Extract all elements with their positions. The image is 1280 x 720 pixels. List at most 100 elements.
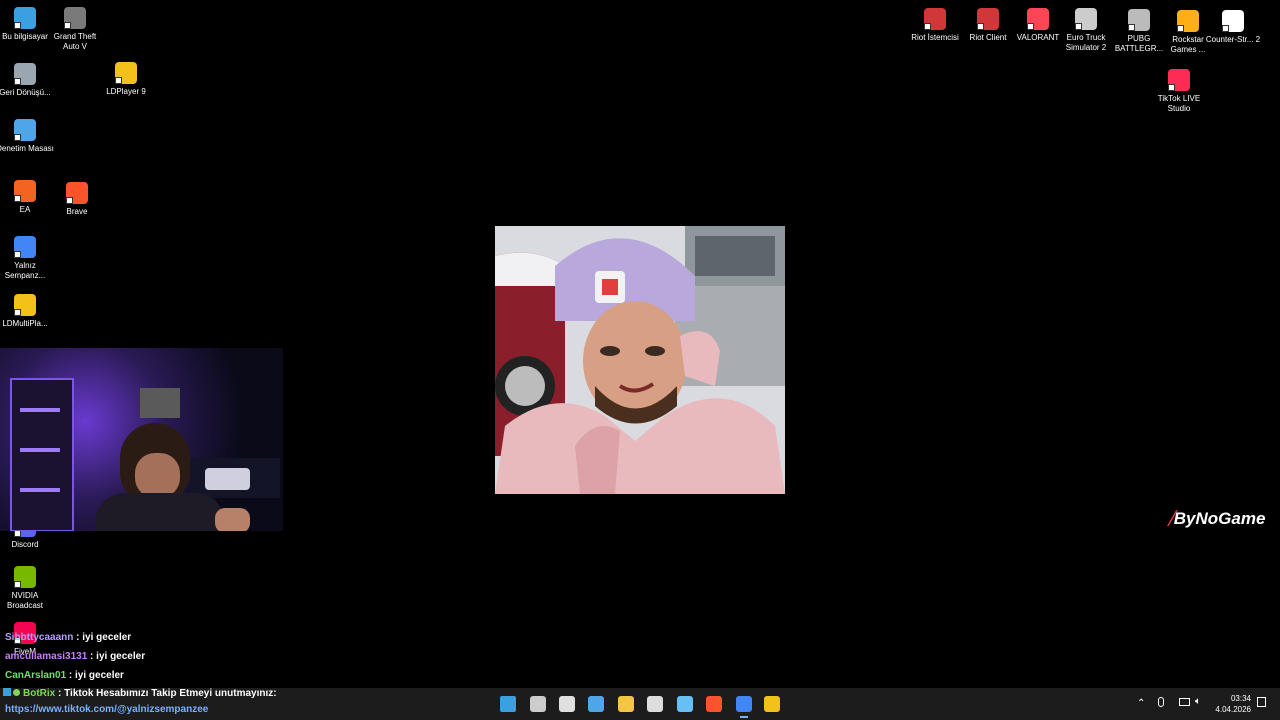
chat-message: Sibbttycaaann : iyi geceler	[5, 632, 131, 643]
shortcut-arrow-icon	[14, 581, 21, 588]
desktop-icon-ets2[interactable]: Euro Truck Simulator 2	[1057, 8, 1115, 53]
chat-text: iyi geceler	[82, 632, 132, 643]
shortcut-arrow-icon	[1168, 84, 1175, 91]
shortcut-arrow-icon	[14, 309, 21, 316]
ea-icon	[14, 180, 36, 202]
shortcut-arrow-icon	[14, 78, 21, 85]
riot-icon	[977, 8, 999, 30]
chrome-icon	[14, 236, 36, 258]
file-icon	[1222, 10, 1244, 32]
desktop-icon-ea[interactable]: EA	[0, 180, 54, 215]
tiktok-live-icon	[1168, 69, 1190, 91]
active-app-indicator	[740, 716, 748, 718]
desktop-icon-label: Discord	[11, 540, 39, 549]
chat-separator: :	[87, 651, 97, 662]
chat-message: CanArslan01 : iyi geceler	[5, 670, 124, 681]
brand-name: ByNoGame	[1173, 509, 1266, 528]
desktop-icon-brave[interactable]: Brave	[48, 182, 106, 217]
tiktok-icon	[3, 688, 11, 696]
volume-icon[interactable]: 🔈︎	[1195, 696, 1201, 707]
desktop-icon-nvidia[interactable]: NVIDIA Broadcast	[0, 566, 54, 611]
desktop-icon-file[interactable]: Counter-Str... 2	[1204, 10, 1262, 45]
shortcut-arrow-icon	[66, 197, 73, 204]
tray-overflow-chevron-icon[interactable]: ⌃	[1137, 698, 1145, 709]
ldplayer-icon	[115, 62, 137, 84]
desktop-icon-label: Grand Theft Auto V	[53, 32, 97, 51]
steam-icon[interactable]	[677, 696, 693, 712]
webcam-overlay	[0, 348, 283, 531]
clock-date[interactable]: 4.04.2026	[1204, 705, 1251, 714]
desktop-icon-ldmultiplayer[interactable]: LDMultiPla...	[0, 294, 54, 329]
brave-icon	[66, 182, 88, 204]
shortcut-arrow-icon	[14, 530, 21, 537]
control-panel-icon	[14, 119, 36, 141]
photos-icon[interactable]	[588, 696, 604, 712]
brand-logo: ⧸ByNoGame	[1168, 509, 1265, 529]
desktop-icon-gta[interactable]: Grand Theft Auto V	[46, 7, 104, 52]
gta-icon	[64, 7, 86, 29]
desktop-icon-label: LDPlayer 9	[106, 87, 146, 96]
shortcut-arrow-icon	[1177, 25, 1184, 32]
task-view-icon[interactable]	[530, 696, 546, 712]
shortcut-arrow-icon	[1027, 23, 1034, 30]
nvidia-icon	[14, 566, 36, 588]
chat-bot-line: BotRix : Tiktok Hesabımızı Takip Etmeyi …	[3, 688, 277, 699]
desktop-icon-label: Denetim Masası	[0, 144, 54, 153]
recycle-bin-icon	[14, 63, 36, 85]
chat-bot-message: Tiktok Hesabımızı Takip Etmeyi unutmayın…	[64, 688, 277, 699]
riot-icon	[924, 8, 946, 30]
center-photo	[495, 226, 785, 494]
clock-time[interactable]: 03:34	[1214, 694, 1251, 703]
shortcut-arrow-icon	[1075, 23, 1082, 30]
chat-text: iyi geceler	[75, 670, 124, 681]
shortcut-arrow-icon	[64, 22, 71, 29]
notification-icon[interactable]	[1257, 697, 1266, 707]
snipping-tool-icon[interactable]	[559, 696, 575, 712]
valorant-icon	[1027, 8, 1049, 30]
desktop-icon-recycle-bin[interactable]: Geri Dönüşü...	[0, 63, 54, 98]
file-explorer-icon[interactable]	[618, 696, 634, 712]
chat-nick: CanArslan01	[5, 670, 67, 681]
rockstar-icon	[1177, 10, 1199, 32]
desktop-icon-chrome[interactable]: Yalnız Sempanz...	[0, 236, 54, 281]
verified-icon	[13, 689, 20, 696]
desktop-icon-label: NVIDIA Broadcast	[6, 591, 44, 610]
pubg-icon	[1128, 9, 1150, 31]
network-icon[interactable]	[1179, 698, 1190, 706]
chat-link[interactable]: https://www.tiktok.com/@yalnizsempanzee	[5, 704, 208, 715]
chat-bot-sep: :	[55, 688, 65, 699]
shortcut-arrow-icon	[14, 195, 21, 202]
chrome-icon[interactable]	[736, 696, 752, 718]
shortcut-arrow-icon	[1222, 25, 1229, 32]
shortcut-arrow-icon	[14, 22, 21, 29]
microphone-icon[interactable]	[1158, 697, 1164, 707]
media-player-icon[interactable]	[764, 696, 780, 712]
ldmultiplayer-icon	[14, 294, 36, 316]
obs-icon[interactable]	[647, 696, 663, 712]
chat-bot-nick: BotRix	[23, 688, 56, 699]
desktop-icon-label: Riot İstemcisi	[911, 33, 959, 42]
desktop-icon-control-panel[interactable]: Denetim Masası	[0, 119, 54, 154]
person-photo-image	[495, 226, 785, 494]
desktop-icon-label: Yalnız Sempanz...	[4, 261, 46, 280]
chat-message: amcullamasi3131 : iyi geceler	[5, 651, 145, 662]
start-button-icon[interactable]	[500, 696, 516, 712]
brave-icon[interactable]	[706, 696, 722, 712]
shortcut-arrow-icon	[1128, 24, 1135, 31]
desktop-icon-riot[interactable]: Riot İstemcisi	[906, 8, 964, 43]
desktop-icon-label: Euro Truck Simulator 2	[1065, 33, 1107, 52]
chat-separator: :	[73, 632, 83, 643]
desktop-icon-label: LDMultiPla...	[2, 319, 48, 328]
desktop-icon-label: EA	[19, 205, 31, 214]
taskbar: BotRix : Tiktok Hesabımızı Takip Etmeyi …	[0, 688, 1280, 720]
desktop-icon-ldplayer[interactable]: LDPlayer 9	[97, 62, 155, 97]
desktop-icon-label: Counter-Str... 2	[1205, 35, 1261, 44]
shortcut-arrow-icon	[924, 23, 931, 30]
desktop-icon-label: Geri Dönüşü...	[0, 88, 51, 97]
chat-text: iyi geceler	[96, 651, 146, 662]
desktop-icon-tiktok-live[interactable]: TikTok LIVE Studio	[1150, 69, 1208, 114]
desktop-icon-label: Brave	[66, 207, 88, 216]
chat-nick: Sibbttycaaann	[5, 632, 74, 643]
computer-icon	[14, 7, 36, 29]
shortcut-arrow-icon	[14, 134, 21, 141]
